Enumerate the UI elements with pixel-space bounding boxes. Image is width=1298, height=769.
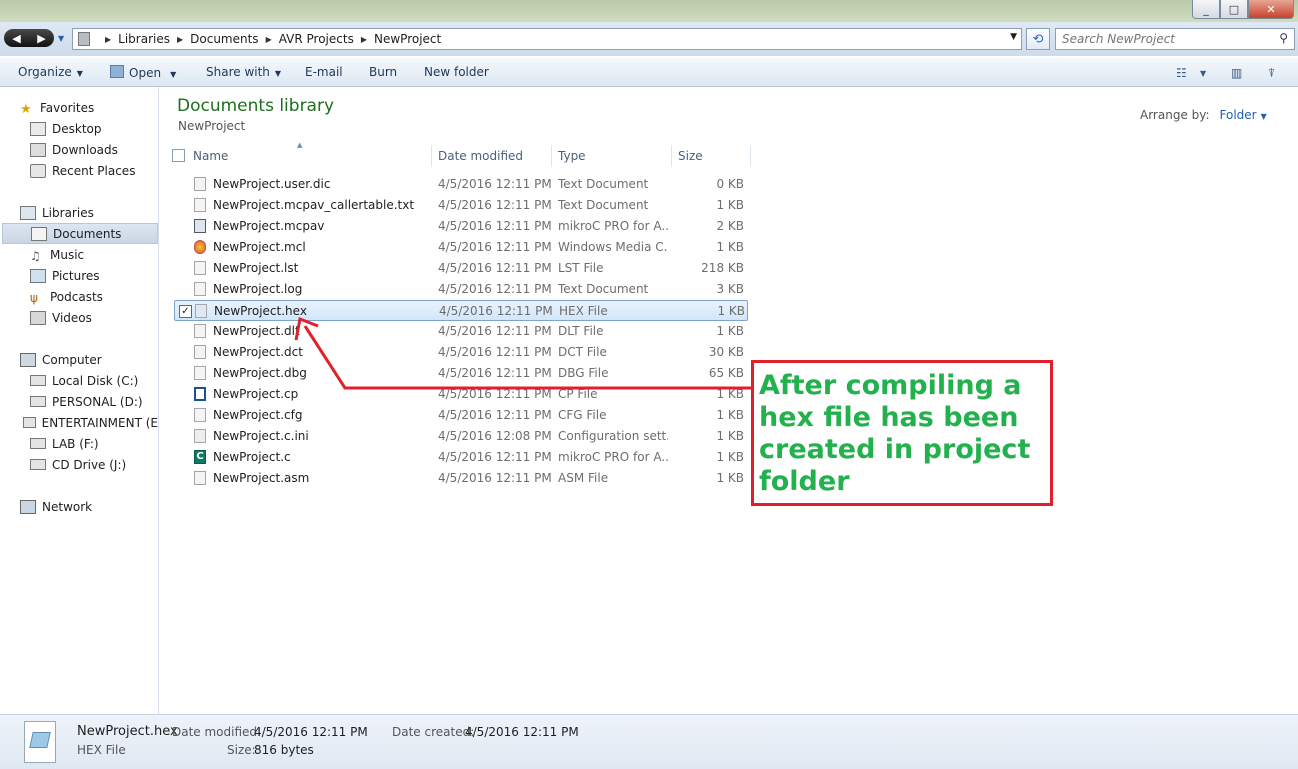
annotation-text: After compiling a hex file has been crea… (759, 370, 1031, 497)
date-created-value: 4/5/2016 12:11 PM (465, 725, 579, 739)
details-file-type: HEX File (77, 743, 126, 757)
date-modified-value: 4/5/2016 12:11 PM (254, 725, 368, 739)
size-label: Size: (227, 743, 256, 757)
details-pane: NewProject.hex HEX File Date modified: 4… (0, 714, 1298, 769)
date-created-label: Date created: (392, 725, 475, 739)
annotation-box: After compiling a hex file has been crea… (751, 360, 1053, 506)
size-value: 816 bytes (254, 743, 314, 757)
date-modified-label: Date modified: (172, 725, 262, 739)
hex-file-large-icon (24, 721, 56, 763)
annotation-arrow (294, 316, 751, 390)
details-file-name: NewProject.hex (77, 724, 178, 739)
